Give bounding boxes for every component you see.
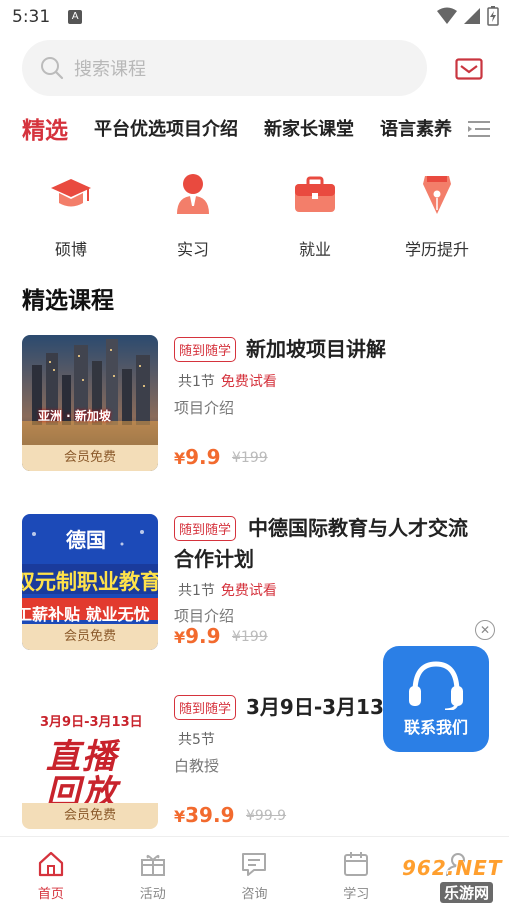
battery-icon [487,6,499,26]
lesson-count: 共5节 [178,732,215,748]
category-employment[interactable]: 就业 [254,172,376,260]
chat-icon [242,853,267,876]
thumbnail-line1: 德国 [66,528,106,552]
tab-language[interactable]: 语言素养 [380,115,452,141]
nav-label: 活动 [139,887,166,902]
notification-icon: A [68,10,83,24]
course-meta: 共5节 [178,729,221,749]
gift-icon [140,854,165,876]
signal-icon [464,8,480,24]
watermark-logo: 962.NET 乐游网 [400,856,505,904]
course-price: ¥9.9 [174,445,221,469]
original-price: ¥99.9 [246,808,287,824]
lesson-count: 共1节 [178,374,215,390]
watermark-line2: 乐游网 [440,882,494,903]
course-desc: 项目介绍 [174,607,235,625]
wifi-icon [437,7,457,24]
tab-parent-class[interactable]: 新家长课堂 [264,115,354,141]
course-desc: 白教授 [174,757,220,775]
briefcase-icon [295,176,335,212]
member-free-badge: 会员免费 [22,445,158,471]
lesson-count: 共1节 [178,583,215,599]
course-title: 新加坡项目讲解 [246,337,386,361]
nav-label: 首页 [37,887,64,902]
intern-person-icon [177,174,209,214]
search-input[interactable]: 搜索课程 [22,40,427,96]
course-thumbnail[interactable]: 亚洲 · 新加坡 会员免费 [22,335,158,471]
course-card[interactable]: 德国 双元制职业教育 工薪补贴 就业无忧 会员免费 随到随学 中德国际教育与人才… [22,514,487,654]
free-trial-label: 免费试看 [220,583,277,599]
course-title: 中德国际教育与人才交流合作计划 [174,516,468,571]
course-tag: 随到随学 [174,337,237,362]
member-free-badge: 会员免费 [22,803,158,829]
category-grid: 硕博 实习 就业 学历提升 [0,172,509,260]
course-card[interactable]: 亚洲 · 新加坡 会员免费 随到随学 新加坡项目讲解 共1节 免费试看 项目介绍 … [22,335,487,475]
category-tabs: 精选 平台优选项目介绍 新家长课堂 语言素养 [22,106,492,150]
calendar-icon [344,852,369,876]
course-price: ¥39.9 [174,803,235,827]
thumbnail-line3: 工薪补贴 就业无忧 [22,605,150,624]
search-icon [41,57,64,80]
mail-icon [455,58,483,80]
tab-featured[interactable]: 精选 [22,111,68,145]
home-icon [38,851,63,877]
category-label: 硕博 [54,240,87,259]
category-label: 就业 [298,240,331,259]
member-free-badge: 会员免费 [22,624,158,650]
search-placeholder: 搜索课程 [74,59,146,80]
course-meta: 共1节 免费试看 [178,580,277,600]
category-label: 实习 [176,240,209,259]
graduation-cap-icon [51,179,91,207]
section-title: 精选课程 [22,288,114,314]
close-icon: ✕ [479,623,491,637]
status-time: 5:31 [12,7,51,27]
nav-label: 学习 [343,887,370,902]
category-label: 学历提升 [404,240,469,259]
tab-menu-button[interactable] [463,116,495,142]
tab-platform-projects[interactable]: 平台优选项目介绍 [94,115,238,141]
message-button[interactable] [452,52,486,86]
close-float-button[interactable]: ✕ [475,620,495,640]
thumbnail-line2: 双元制职业教育 [22,570,158,594]
nav-activity[interactable]: 活动 [102,837,204,906]
watermark-line1: 962.NET [402,856,503,880]
course-tag: 随到随学 [174,695,237,720]
original-price: ¥199 [232,450,268,466]
thumbnail-line1: 3月9日-3月13日 [40,715,143,730]
course-meta: 共1节 免费试看 [178,371,277,391]
headset-icon [409,661,463,710]
course-thumbnail[interactable]: 德国 双元制职业教育 工薪补贴 就业无忧 会员免费 [22,514,158,650]
nav-consult[interactable]: 咨询 [204,837,306,906]
thumbnail-caption: 亚洲 · 新加坡 [38,409,111,423]
menu-icon [468,121,490,137]
course-price: ¥9.9 [174,624,221,648]
nav-home[interactable]: 首页 [0,837,102,906]
category-degree-upgrade[interactable]: 学历提升 [376,172,498,260]
nav-label: 咨询 [241,887,268,902]
original-price: ¥199 [232,629,268,645]
nav-study[interactable]: 学习 [305,837,407,906]
status-bar: 5:31 A [0,0,509,34]
free-trial-label: 免费试看 [220,374,277,390]
pen-nib-icon [423,176,451,214]
course-desc: 项目介绍 [174,399,235,417]
contact-us-button[interactable]: 联系我们 [383,646,489,752]
category-internship[interactable]: 实习 [132,172,254,260]
category-phd[interactable]: 硕博 [10,172,132,260]
course-thumbnail[interactable]: 3月9日-3月13日 直播 回放 会员免费 [22,693,158,829]
status-icons [437,6,499,26]
contact-us-label: 联系我们 [403,718,468,737]
